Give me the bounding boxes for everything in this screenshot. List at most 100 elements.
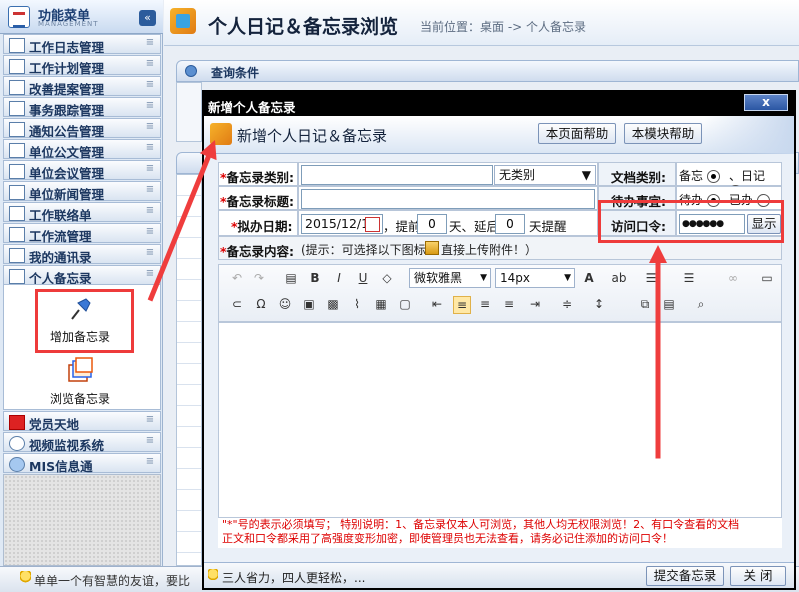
footer-tip: 三人省力，四人更轻松，... — [222, 571, 366, 585]
align-right-icon[interactable]: ≡ — [501, 296, 517, 312]
sidebar-subtitle: MANAGEMENT — [38, 20, 99, 28]
dialog-close-button[interactable]: x — [744, 94, 788, 111]
highlight-icon[interactable]: ab — [611, 270, 627, 286]
sidebar-item-tracking[interactable]: 事务跟踪管理 ≡ — [3, 97, 161, 118]
redo-icon[interactable]: ↷ — [251, 270, 267, 286]
table-icon[interactable]: ▦ — [373, 296, 389, 312]
eraser-icon[interactable]: ◇ — [379, 270, 395, 286]
module-help-button[interactable]: 本模块帮助 — [624, 123, 702, 144]
meeting-icon — [9, 164, 25, 179]
query-panel-bar[interactable]: 查询条件 — [176, 60, 799, 82]
remind-text: 天提醒 — [529, 219, 567, 234]
sidebar-item-memo[interactable]: 个人备忘录 ≡ — [3, 265, 161, 286]
expand-icon: ≡ — [145, 100, 155, 111]
submit-memo-button[interactable]: 提交备忘录 — [646, 566, 724, 586]
media-icon[interactable]: ▩ — [325, 296, 341, 312]
sidebar-item-contact[interactable]: 工作联络单 ≡ — [3, 202, 161, 223]
sidebar-item-video[interactable]: 视频监视系统 ≡ — [3, 432, 161, 453]
category-select[interactable]: 无类别 ▼ — [494, 165, 596, 185]
sidebar-item-workflow[interactable]: 工作流管理 ≡ — [3, 223, 161, 244]
doc-type-memo[interactable]: 备忘 — [679, 167, 720, 184]
expand-icon: ≡ — [145, 79, 155, 90]
sidebar-item-work-plan[interactable]: 工作计划管理 ≡ — [3, 55, 161, 76]
zoom-icon[interactable]: ⌕ — [693, 296, 709, 312]
content-label: *备忘录内容: — [220, 244, 295, 259]
document-icon — [9, 143, 25, 158]
browse-memo-item[interactable]: 浏览备忘录 — [50, 357, 110, 407]
party-icon — [9, 415, 25, 430]
category-label-cell: *备忘录类别: — [218, 162, 298, 186]
sidebar-item-improvement[interactable]: 改善提案管理 ≡ — [3, 76, 161, 97]
after-days-input[interactable] — [495, 214, 525, 234]
memo-icon — [9, 269, 25, 284]
image-icon[interactable]: ▣ — [301, 296, 317, 312]
italic-icon[interactable]: I — [331, 270, 347, 286]
expand-icon: ≡ — [145, 414, 155, 425]
clipboard-icon[interactable]: ▤ — [661, 296, 677, 312]
align-left-icon[interactable]: ≡ — [453, 296, 471, 314]
notes-line-2: 正文和口令都采用了高强度变形加密，即使管理员也无法查看，请务必记住添加的访问口令… — [222, 532, 673, 545]
expand-icon: ≡ — [145, 163, 155, 174]
dialog-header: 新增个人日记＆备忘录 本页面帮助 本模块帮助 — [204, 116, 794, 154]
indent-icon[interactable]: ⇥ — [527, 296, 543, 312]
link-icon[interactable]: ∞ — [725, 270, 741, 286]
anchor-icon[interactable]: ⊂ — [229, 296, 245, 312]
line-height-icon[interactable]: ↕ — [591, 296, 607, 312]
editor-toolbar: ↶ ↷ ▤ B I U ◇ 微软雅黑 ▼ 14px ▼ A ab ☰ ☰ ∞ ▭ ⊂… — [218, 264, 782, 322]
category-cell: 无类别 ▼ — [298, 162, 598, 186]
sidebar-item-news[interactable]: 单位新闻管理 ≡ — [3, 181, 161, 202]
collapse-sidebar-button[interactable]: « — [139, 10, 156, 26]
sidebar-item-notice[interactable]: 通知公告管理 ≡ — [3, 118, 161, 139]
expand-icon: ≡ — [145, 142, 155, 153]
query-panel-body — [176, 82, 202, 142]
unordered-list-icon[interactable]: ☰ — [681, 270, 697, 286]
special-char-icon[interactable]: Ω — [253, 296, 269, 312]
preview-icon[interactable]: ▭ — [759, 270, 775, 286]
font-size-select[interactable]: 14px ▼ — [495, 268, 575, 288]
title-cell — [298, 186, 598, 210]
annotation-arrow-to-password — [655, 259, 661, 458]
date-label-cell: *拟办日期: — [218, 210, 298, 236]
align-center-icon[interactable]: ≡ — [477, 296, 493, 312]
radio-memo[interactable] — [706, 170, 720, 183]
undo-icon[interactable]: ↶ — [229, 270, 245, 286]
doc-type-cell: 备忘 、日记 — [676, 162, 782, 198]
font-family-select[interactable]: 微软雅黑 ▼ — [409, 268, 491, 288]
page-title: 个人日记＆备忘录浏览 — [208, 16, 399, 38]
date-input[interactable]: 2015/12/17 — [301, 214, 383, 234]
title-label-cell: *备忘录标题: — [218, 186, 298, 210]
editor-content-area[interactable] — [218, 322, 782, 518]
page-help-button[interactable]: 本页面帮助 — [538, 123, 616, 144]
sidebar-item-party[interactable]: 党员天地 ≡ — [3, 411, 161, 432]
before-days-input[interactable] — [417, 214, 447, 234]
sidebar-item-mis[interactable]: MIS信息通 ≡ — [3, 453, 161, 474]
paste-icon[interactable]: ▤ — [283, 270, 299, 286]
underline-icon[interactable]: U — [355, 270, 371, 286]
attachment-icon[interactable] — [425, 241, 439, 255]
notes-area: "*"号的表示必须填写； 特别说明：1、备忘录仅本人可浏览，其他人均无权限浏览！… — [218, 518, 782, 548]
code-icon[interactable]: ▢ — [397, 296, 413, 312]
calendar-icon[interactable] — [365, 217, 380, 232]
dialog-title-bar[interactable]: 新增个人备忘录 x — [204, 92, 794, 116]
close-dialog-button[interactable]: 关 闭 — [730, 566, 786, 586]
expand-icon: ≡ — [145, 37, 155, 48]
annotation-box-password — [598, 200, 784, 243]
paragraph-spacing-icon[interactable]: ≑ — [559, 296, 575, 312]
stack-icon — [68, 357, 93, 382]
find-icon[interactable]: ⧉ — [637, 296, 653, 312]
sidebar-item-work-log[interactable]: 工作日志管理 ≡ — [3, 34, 161, 55]
emotion-icon[interactable]: ☺ — [277, 296, 293, 312]
new-memo-dialog: 新增个人备忘录 x 新增个人日记＆备忘录 本页面帮助 本模块帮助 *备忘录类别:… — [202, 90, 796, 590]
sidebar-item-meeting[interactable]: 单位会议管理 ≡ — [3, 160, 161, 181]
category-input[interactable] — [301, 165, 493, 185]
sidebar-item-addressbook[interactable]: 我的通讯录 ≡ — [3, 244, 161, 265]
sidebar-item-documents[interactable]: 单位公文管理 ≡ — [3, 139, 161, 160]
font-color-icon[interactable]: A — [581, 270, 597, 286]
breadcrumb: 当前位置：桌面 -> 个人备忘录 — [420, 20, 587, 34]
title-input[interactable] — [301, 189, 595, 209]
addressbook-icon — [9, 248, 25, 263]
outdent-icon[interactable]: ⇤ — [429, 296, 445, 312]
attachment-clip-icon[interactable]: ⌇ — [349, 296, 365, 312]
bold-icon[interactable]: B — [307, 270, 323, 286]
notepad-icon — [9, 59, 25, 74]
